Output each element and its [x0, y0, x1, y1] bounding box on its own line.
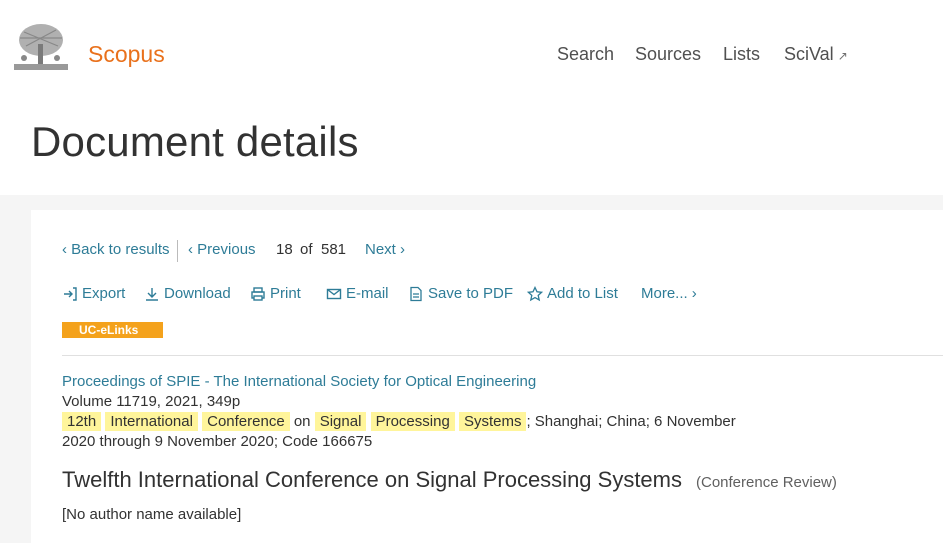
save-pdf-button[interactable]: Save to PDF — [408, 285, 513, 302]
conf-word: on — [293, 413, 311, 430]
document-title: Twelfth International Conference on Sign… — [62, 467, 682, 492]
more-label: More... — [641, 285, 688, 302]
download-icon — [146, 287, 158, 301]
nav-sources[interactable]: Sources — [635, 44, 701, 65]
conf-word: Processing — [370, 412, 455, 431]
total-count: 581 — [321, 241, 347, 258]
external-arrow-icon: ↗ — [837, 49, 848, 63]
export-icon — [64, 286, 77, 301]
nav-search[interactable]: Search — [557, 44, 614, 65]
volume-info: Volume 11719, 2021, 349p — [62, 393, 241, 410]
previous-label: Previous — [197, 241, 256, 258]
conference-info: 12th International Conference on Signal … — [62, 412, 736, 431]
printer-icon — [251, 286, 265, 301]
conf-word: Signal — [314, 412, 367, 431]
star-icon — [527, 285, 543, 301]
download-button[interactable]: Download — [144, 285, 231, 302]
author-line: [No author name available] — [62, 506, 242, 523]
print-label: Print — [270, 285, 301, 302]
source-title-link[interactable]: Proceedings of SPIE - The International … — [62, 373, 536, 390]
export-label: Export — [82, 285, 126, 302]
of-label: of — [300, 241, 313, 258]
uc-elinks-button[interactable]: UC-eLinks — [62, 322, 163, 338]
chevron-left-icon: ‹ — [62, 241, 67, 258]
current-index: 18 — [276, 241, 293, 258]
print-button[interactable]: Print — [250, 285, 301, 302]
document-type: (Conference Review) — [696, 474, 837, 491]
conf-word: 12th — [62, 412, 102, 431]
add-to-list-label: Add to List — [547, 285, 618, 302]
nav-scival-label: SciVal — [784, 44, 834, 64]
email-button[interactable]: E-mail — [326, 285, 389, 302]
scopus-brand[interactable]: Scopus — [88, 41, 165, 68]
envelope-icon — [326, 288, 342, 299]
section-divider — [62, 355, 943, 356]
conference-dates: 2020 through 9 November 2020; Code 16667… — [62, 433, 373, 450]
page-title: Document details — [31, 118, 359, 165]
pdf-icon — [410, 286, 422, 301]
pager-divider — [177, 240, 178, 262]
add-to-list-button[interactable]: Add to List — [527, 285, 618, 302]
previous-link[interactable]: ‹ Previous — [188, 241, 256, 258]
email-label: E-mail — [346, 285, 389, 302]
nav-lists[interactable]: Lists — [723, 44, 760, 65]
conf-word: Systems — [458, 412, 527, 431]
elsevier-logo-icon[interactable] — [12, 20, 70, 72]
chevron-left-icon: ‹ — [188, 241, 193, 258]
header: Scopus Search Sources Lists SciVal ↗ Docu… — [0, 0, 943, 195]
chevron-right-icon: › — [400, 241, 406, 258]
next-label: Next — [365, 241, 396, 258]
download-label: Download — [164, 285, 231, 302]
conf-word: International — [105, 412, 198, 431]
next-link[interactable]: Next › — [365, 241, 405, 258]
conf-rest: ; Shanghai; China; 6 November — [526, 413, 736, 430]
back-to-results-label: Back to results — [71, 241, 170, 258]
conf-word: Conference — [202, 412, 290, 431]
more-button[interactable]: More... › — [641, 285, 697, 302]
save-pdf-label: Save to PDF — [428, 285, 514, 302]
nav-scival[interactable]: SciVal ↗ — [784, 44, 848, 65]
export-button[interactable]: Export — [62, 285, 125, 302]
back-to-results-link[interactable]: ‹ Back to results — [62, 241, 170, 258]
chevron-right-icon: › — [691, 285, 697, 302]
